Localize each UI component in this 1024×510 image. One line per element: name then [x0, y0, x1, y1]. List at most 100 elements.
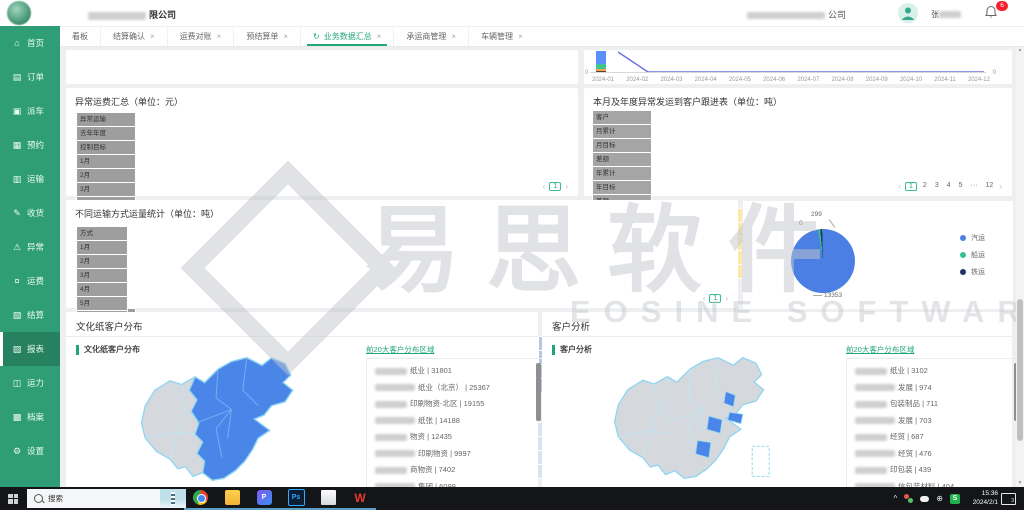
prev-page-arrow[interactable]: ‹ [898, 182, 901, 191]
sidebar-item[interactable]: ¤ 运费 [0, 264, 60, 298]
tab[interactable]: ↻ 车辆管理 × [468, 26, 535, 46]
sidebar-item[interactable]: ⚠ 异常 [0, 230, 60, 264]
sidebar-item[interactable]: ✎ 收货 [0, 196, 60, 230]
pdf-editor-icon[interactable]: P [257, 490, 272, 505]
sidebar-item[interactable]: ⚙ 设置 [0, 434, 60, 468]
target-icon[interactable]: ⊕ [936, 494, 943, 503]
sidebar-item[interactable]: ▨ 报表 [0, 332, 60, 366]
sidebar-item[interactable]: ▩ 档案 [0, 400, 60, 434]
customer-list-item[interactable]: 经贸 | 476 [855, 446, 1011, 463]
legend-item[interactable]: 汽运 [960, 233, 985, 243]
customer-list-item[interactable]: 经贸 | 687 [855, 429, 1011, 446]
scroll-up-arrow[interactable]: ▲ [1016, 47, 1024, 53]
tab[interactable]: ↻ 运费对账 × [167, 26, 234, 46]
top-customers-list: 纸业 | 3102 发展 | 974 包装制品 | 711 发展 | 703 经… [846, 358, 1022, 490]
page-number[interactable]: ··· [969, 182, 980, 191]
page-number[interactable]: 1 [905, 182, 917, 191]
page-number[interactable]: 2 [921, 182, 929, 191]
s-green-icon[interactable]: S [950, 494, 960, 504]
tab[interactable]: ↻ 预结算单 × [233, 26, 300, 46]
customer-list-item[interactable]: 纸业（北京） | 25367 [375, 380, 533, 397]
settings-icon: ⚙ [11, 446, 23, 457]
taskbar-app-slot[interactable] [216, 487, 248, 510]
customer-list-item[interactable]: 发展 | 974 [855, 380, 1011, 397]
taskbar-app-slot[interactable] [184, 487, 216, 510]
legend-item[interactable]: 铁运 [960, 267, 985, 277]
clock-time: 15:36 [973, 490, 998, 499]
tab[interactable]: ↻ 结算确认 × [100, 26, 167, 46]
customer-list-item[interactable]: 物资 | 12435 [375, 429, 533, 446]
action-center-icon[interactable]: 3 [1001, 493, 1016, 505]
color-dots-icon[interactable] [904, 494, 913, 503]
sidebar-item[interactable]: ▧ 结算 [0, 298, 60, 332]
taskbar-app-slot[interactable]: Ps [280, 487, 312, 510]
customer-list-item[interactable]: 发展 | 703 [855, 413, 1011, 430]
notes-icon[interactable] [321, 490, 336, 505]
user-avatar[interactable] [898, 3, 918, 23]
refresh-icon[interactable]: ↻ [313, 32, 320, 41]
prev-page-arrow[interactable]: ‹ [703, 294, 706, 303]
sidebar-item[interactable]: ▤ 订单 [0, 60, 60, 94]
china-map-right[interactable] [568, 352, 812, 486]
customer-list-item[interactable]: 纸张 | 14188 [375, 413, 533, 430]
next-page-arrow[interactable]: › [565, 182, 568, 191]
sidebar-item[interactable]: ▣ 派车 [0, 94, 60, 128]
tab-close-icon[interactable]: × [217, 32, 222, 41]
tab[interactable]: ↻ 业务数据汇总 × [300, 26, 393, 46]
next-page-arrow[interactable]: › [725, 294, 728, 303]
main-scrollbar[interactable]: ▲ ▼ [1016, 46, 1024, 487]
page-number[interactable]: 3 [933, 182, 941, 191]
sidebar-item[interactable]: ▦ 预约 [0, 128, 60, 162]
tab-close-icon[interactable]: × [451, 32, 456, 41]
taskbar-app-slot[interactable]: P [248, 487, 280, 510]
list-scrollbar-thumb[interactable] [536, 363, 541, 421]
page-number[interactable]: 1 [549, 182, 561, 191]
legend-item[interactable]: 船运 [960, 250, 985, 260]
explorer-icon[interactable] [225, 490, 240, 505]
legend-dot [960, 252, 966, 258]
cloud-icon[interactable] [920, 496, 929, 502]
photoshop-icon[interactable]: Ps [288, 489, 305, 506]
column-header: 差额 [593, 153, 652, 167]
page-number[interactable]: 4 [945, 182, 953, 191]
sidebar-item[interactable]: ⌂ 首页 [0, 26, 60, 60]
user-name[interactable]: 张 [931, 9, 964, 20]
next-page-arrow[interactable]: › [999, 182, 1002, 191]
customer-list-item[interactable]: 印刷物资-北区 | 19155 [375, 396, 533, 413]
china-map-left[interactable] [92, 352, 344, 488]
start-button[interactable] [0, 487, 26, 510]
taskbar-app-slot[interactable] [312, 487, 344, 510]
customer-list-item[interactable]: 包装制品 | 711 [855, 396, 1011, 413]
wps-icon[interactable]: W [353, 490, 368, 505]
top20-regions-link[interactable]: 前20大客户分布区域 [846, 344, 914, 355]
tab[interactable]: ↻ 看板 × [60, 26, 100, 46]
capacity-icon: ◫ [11, 378, 23, 389]
sidebar-item[interactable]: ◫ 运力 [0, 366, 60, 400]
page-number[interactable]: 12 [984, 182, 996, 191]
sidebar-item[interactable]: ▥ 运输 [0, 162, 60, 196]
customer-list-item[interactable]: 印刷物资 | 9997 [375, 446, 533, 463]
tab-close-icon[interactable]: × [150, 32, 155, 41]
customer-list-item[interactable]: 商物资 | 7402 [375, 462, 533, 479]
tab-close-icon[interactable]: × [283, 32, 288, 41]
bing-daily-image[interactable] [160, 489, 186, 508]
tab-close-icon[interactable]: × [518, 32, 523, 41]
mini-trend-chart[interactable]: 0 0 2024-012024-022024-032024-042024-052… [584, 50, 1012, 84]
top20-regions-link[interactable]: 前20大客户分布区域 [366, 344, 434, 355]
page-number[interactable]: 1 [709, 294, 721, 303]
chrome-icon[interactable] [193, 490, 208, 505]
customer-list-item[interactable]: 纸业 | 31801 [375, 363, 533, 380]
prev-page-arrow[interactable]: ‹ [543, 182, 546, 191]
scrollbar-thumb[interactable] [1017, 299, 1023, 441]
tab[interactable]: ↻ 承运商管理 × [393, 26, 468, 46]
tab-close-icon[interactable]: × [377, 32, 382, 41]
taskbar-clock[interactable]: 15:36 2024/2/1 [973, 490, 998, 507]
customer-list-item[interactable]: 印包装 | 439 [855, 462, 1011, 479]
taskbar-search-input[interactable]: 搜索 [27, 489, 186, 508]
pie-chart[interactable] [791, 229, 855, 293]
tray-expand-caret[interactable]: ^ [894, 494, 898, 503]
taskbar-app-slot[interactable]: W [344, 487, 376, 510]
scroll-down-arrow[interactable]: ▼ [1016, 480, 1024, 486]
page-number[interactable]: 5 [957, 182, 965, 191]
customer-list-item[interactable]: 纸业 | 3102 [855, 363, 1011, 380]
